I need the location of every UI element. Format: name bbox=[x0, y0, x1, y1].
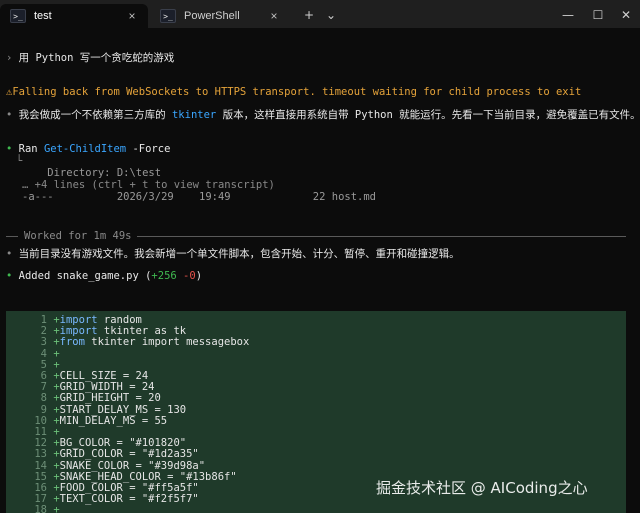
added-marker: + bbox=[47, 403, 60, 416]
code-keyword: import bbox=[59, 314, 98, 326]
user-prompt: 用 Python 写一个贪吃蛇的游戏 bbox=[18, 52, 175, 64]
added-label: Added snake_game.py ( bbox=[18, 270, 152, 282]
minimize-button[interactable]: — bbox=[556, 6, 580, 24]
ran-command-line: • Ran Get-ChildItem -Force bbox=[6, 142, 170, 156]
code-text: MIN_DELAY_MS = 55 bbox=[59, 414, 168, 427]
ran-label: Ran bbox=[18, 143, 44, 155]
code-text: CELL_SIZE = 24 bbox=[59, 370, 149, 382]
tab-test[interactable]: >_ test × bbox=[0, 4, 148, 28]
code-text: SNAKE_COLOR = "#39d98a" bbox=[59, 459, 206, 472]
code-text: START_DELAY_MS = 130 bbox=[59, 403, 187, 416]
added-marker: + bbox=[47, 358, 60, 371]
code-text: random bbox=[97, 314, 142, 326]
added-marker: + bbox=[47, 370, 60, 382]
terminal-icon: >_ bbox=[160, 9, 176, 23]
added-marker: + bbox=[47, 448, 60, 461]
code-text: tkinter as tk bbox=[97, 325, 187, 338]
added-marker: + bbox=[47, 325, 60, 338]
added-marker: + bbox=[47, 314, 60, 326]
warning-line: ⚠Falling back from WebSockets to HTTPS t… bbox=[6, 85, 581, 99]
added-marker: + bbox=[47, 470, 60, 483]
message-text: 版本，这样直接用系统自带 Python 就能运行。先看一下当前目录，避免覆盖已有… bbox=[216, 109, 640, 121]
bullet-icon: • bbox=[6, 143, 13, 155]
bullet-icon: • bbox=[6, 109, 13, 121]
close-icon[interactable]: × bbox=[124, 9, 140, 23]
line-number: 18 bbox=[34, 504, 47, 513]
terminal-output[interactable]: › 用 Python 写一个贪吃蛇的游戏 ⚠Falling back from … bbox=[0, 28, 640, 513]
code-text: SNAKE_HEAD_COLOR = "#13b86f" bbox=[59, 470, 237, 483]
message-code: tkinter bbox=[171, 109, 217, 121]
code-text: BG_COLOR = "#101820" bbox=[59, 437, 187, 450]
assistant-message: • 我会做成一个不依赖第三方库的 tkinter 版本，这样直接用系统自带 Py… bbox=[6, 108, 640, 122]
added-marker: + bbox=[47, 347, 60, 360]
added-marker: + bbox=[47, 336, 60, 349]
added-marker: + bbox=[47, 426, 60, 438]
terminal-icon: >_ bbox=[10, 9, 26, 23]
added-marker: + bbox=[47, 414, 60, 427]
tab-bar: >_ test × >_ PowerShell × + ⌄ — ☐ ✕ bbox=[0, 0, 640, 28]
warning-text: Falling back from WebSockets to HTTPS tr… bbox=[12, 86, 582, 98]
diff-line: 18 + bbox=[6, 504, 626, 513]
prompt-marker: › bbox=[6, 52, 13, 64]
message-text: 当前目录没有游戏文件。我会新增一个单文件脚本，包含开始、计分、暂停、重开和碰撞逻… bbox=[18, 248, 460, 260]
code-text: GRID_WIDTH = 24 bbox=[59, 381, 155, 394]
code-text: FOOD_COLOR = "#ff5a5f" bbox=[59, 482, 199, 494]
tab-label: test bbox=[34, 10, 52, 22]
chevron-down-icon[interactable]: ⌄ bbox=[322, 6, 340, 24]
code-keyword: import bbox=[59, 325, 98, 338]
added-file-line: • Added snake_game.py (+256 -0) bbox=[6, 270, 203, 282]
tab-label: PowerShell bbox=[184, 10, 240, 22]
tab-powershell[interactable]: >_ PowerShell × bbox=[150, 4, 290, 28]
code-text: TEXT_COLOR = "#f2f5f7" bbox=[59, 493, 199, 506]
code-keyword: from bbox=[59, 336, 85, 349]
assistant-message: • 当前目录没有游戏文件。我会新增一个单文件脚本，包含开始、计分、暂停、重开和碰… bbox=[6, 247, 460, 261]
added-marker: + bbox=[47, 381, 60, 394]
removed-count: -0 bbox=[183, 270, 196, 282]
worked-time: Worked for 1m 49s bbox=[24, 230, 132, 242]
message-text: 我会做成一个不依赖第三方库的 bbox=[18, 109, 172, 121]
code-text: GRID_HEIGHT = 20 bbox=[59, 392, 161, 405]
added-marker: + bbox=[47, 504, 60, 513]
worked-divider: Worked for 1m 49s bbox=[6, 229, 626, 243]
added-marker: + bbox=[47, 392, 60, 405]
added-marker: + bbox=[47, 482, 60, 494]
close-window-button[interactable]: ✕ bbox=[614, 6, 638, 24]
maximize-button[interactable]: ☐ bbox=[586, 6, 610, 24]
file-listing-row: -a--- 2026/3/29 19:49 22 host.md bbox=[22, 191, 377, 203]
added-marker: + bbox=[47, 493, 60, 506]
added-marker: + bbox=[47, 459, 60, 472]
watermark: 掘金技术社区 @ AICoding之心 bbox=[376, 479, 588, 497]
command-name: Get-ChildItem bbox=[43, 143, 127, 155]
added-marker: + bbox=[47, 437, 60, 450]
new-tab-button[interactable]: + bbox=[300, 6, 318, 24]
bullet-icon: • bbox=[6, 248, 13, 260]
close-icon[interactable]: × bbox=[266, 9, 282, 23]
command-args: -Force bbox=[126, 143, 171, 155]
user-prompt-line: › 用 Python 写一个贪吃蛇的游戏 bbox=[6, 51, 174, 65]
bullet-icon: • bbox=[6, 270, 13, 282]
code-text: tkinter import messagebox bbox=[84, 336, 250, 349]
code-text: GRID_COLOR = "#1d2a35" bbox=[59, 448, 199, 461]
added-count: +256 bbox=[151, 270, 177, 282]
